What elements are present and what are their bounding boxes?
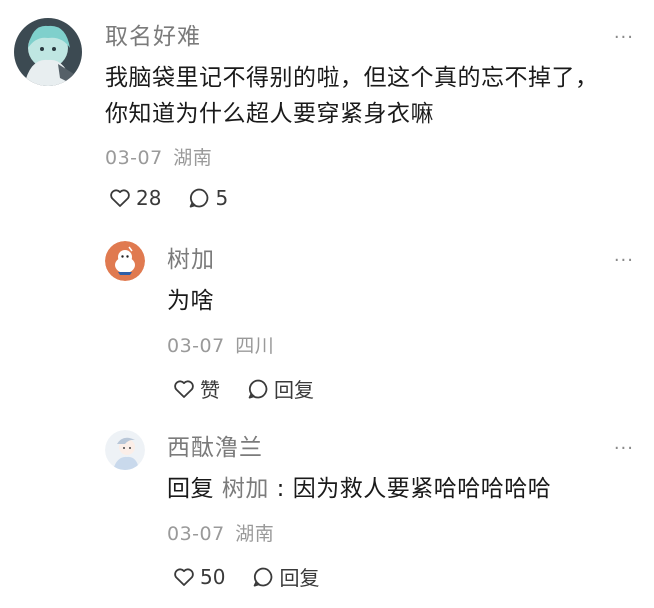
like-count: 28 <box>136 186 162 210</box>
avatar-anime-silver-icon <box>14 18 82 86</box>
comment-meta: 03-07 湖南 <box>105 145 212 171</box>
comment-actions: 28 5 <box>108 186 254 210</box>
heart-icon <box>174 567 194 586</box>
more-options-icon[interactable]: ··· <box>614 28 634 48</box>
comment-bubble-icon <box>254 567 273 586</box>
comment-location: 四川 <box>235 335 275 357</box>
comment-date: 03-07 <box>167 335 225 357</box>
comment-actions: 赞 回复 <box>172 374 340 403</box>
like-button[interactable]: 赞 <box>172 374 220 403</box>
reply-label: 回复 <box>274 378 314 402</box>
user-avatar[interactable] <box>105 241 145 281</box>
comment-meta: 03-07 四川 <box>167 333 274 359</box>
comment-meta: 03-07 湖南 <box>167 521 274 547</box>
comment-text-line-1: 我脑袋里记不得别的啦，但这个真的忘不掉了， <box>105 65 599 91</box>
reply-button[interactable]: 回复 <box>246 374 314 403</box>
comment-location: 湖南 <box>173 147 213 169</box>
heart-icon <box>174 379 194 398</box>
reply-button[interactable]: 5 <box>187 186 228 210</box>
comment-actions: 50 回复 <box>172 562 345 591</box>
heart-icon <box>110 189 130 207</box>
comment-bubble-icon <box>248 379 268 398</box>
comment-location: 湖南 <box>235 523 275 545</box>
comment-bubble-icon <box>190 188 209 208</box>
username[interactable]: 西酞澛兰 <box>167 432 263 464</box>
comment-date: 03-07 <box>105 147 163 169</box>
comment-text: 为啥 <box>167 288 214 314</box>
username[interactable]: 树加 <box>167 244 215 276</box>
reply-count: 5 <box>215 186 229 210</box>
more-options-icon[interactable]: ··· <box>614 439 634 459</box>
comment-date: 03-07 <box>167 523 225 545</box>
like-count: 50 <box>200 564 226 589</box>
more-options-icon[interactable]: ··· <box>614 251 634 271</box>
like-button[interactable]: 50 <box>172 565 225 589</box>
user-avatar[interactable] <box>14 18 82 86</box>
comment-text: 我脑袋里记不得别的啦，但这个真的忘不掉了， 你知道为什么超人要穿紧身衣嘛 <box>105 60 599 132</box>
comment-text: 回复 树加 : 因为救人要紧哈哈哈哈哈 <box>167 471 551 507</box>
comment-text-line-2: 你知道为什么超人要穿紧身衣嘛 <box>105 101 434 127</box>
reply-label: 回复 <box>279 566 320 590</box>
reply-prefix: 回复 <box>167 476 214 502</box>
user-avatar[interactable] <box>105 430 145 470</box>
avatar-cartoon-orange-icon <box>105 241 145 281</box>
mention-separator: : <box>276 476 285 502</box>
like-button[interactable]: 28 <box>108 186 161 210</box>
like-label: 赞 <box>200 378 220 402</box>
reply-text: 因为救人要紧哈哈哈哈哈 <box>292 476 552 502</box>
username[interactable]: 取名好难 <box>105 21 201 53</box>
avatar-sketch-girl-icon <box>105 430 145 470</box>
reply-button[interactable]: 回复 <box>251 562 319 591</box>
mention-link[interactable]: 树加 <box>222 476 269 502</box>
